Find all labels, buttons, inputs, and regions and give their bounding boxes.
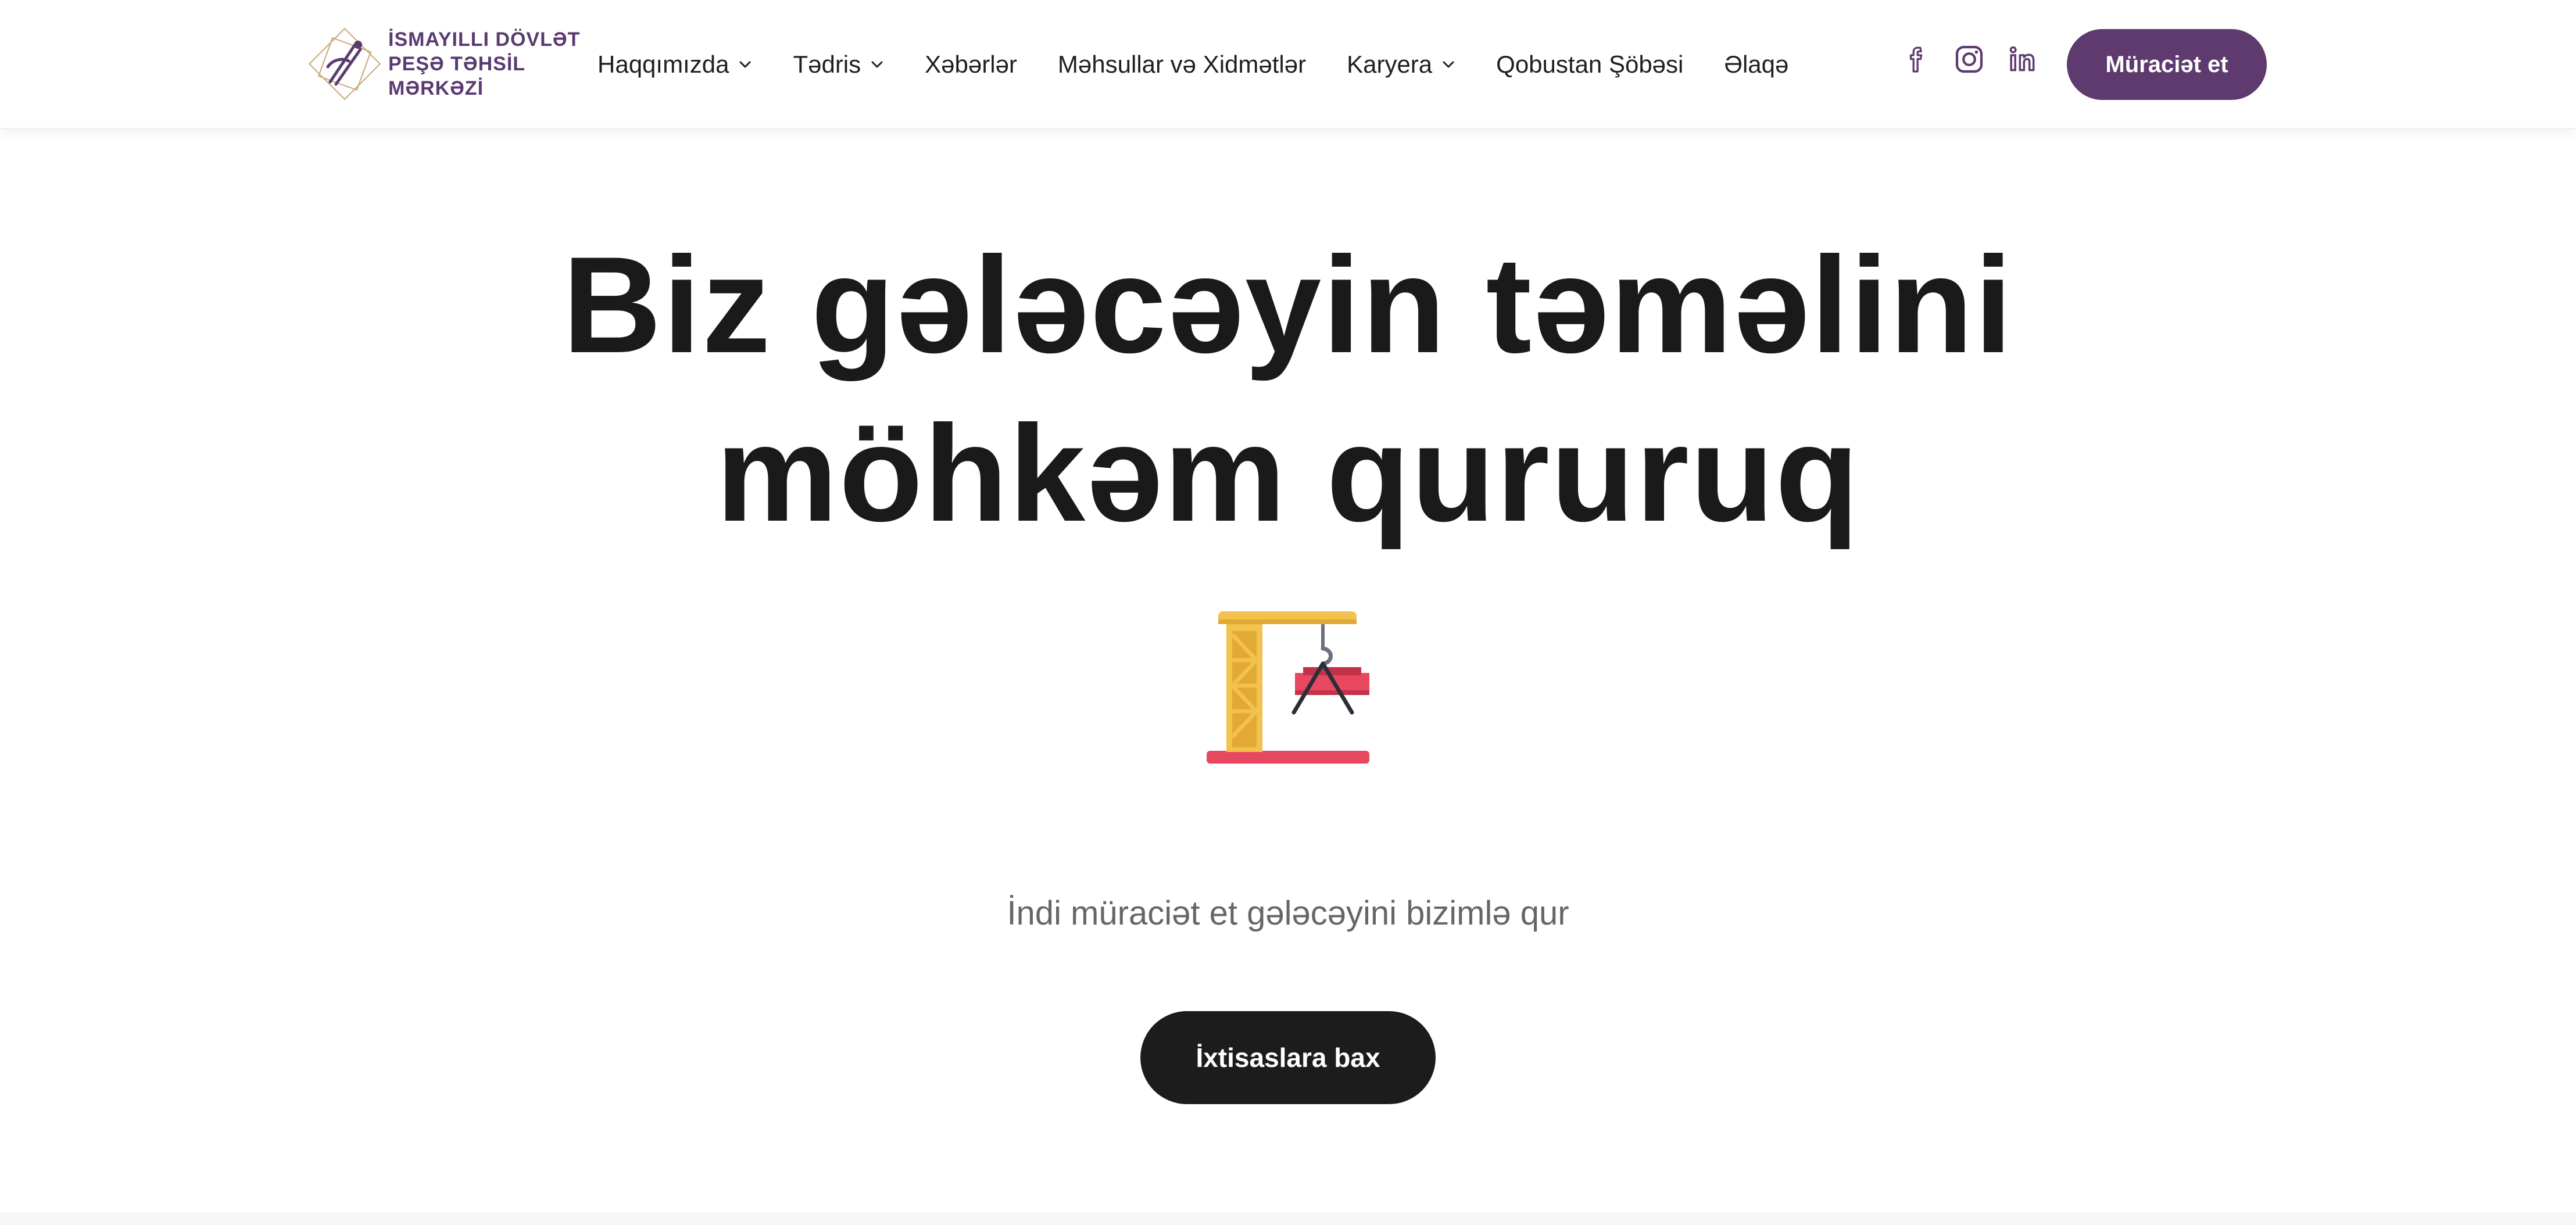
nav-item-karyera[interactable]: Karyera — [1347, 51, 1455, 78]
nav-item-elaqe[interactable]: Əlaqə — [1724, 51, 1788, 78]
section-divider — [0, 1212, 2576, 1225]
nav-item-label: Əlaqə — [1724, 51, 1789, 78]
linkedin-icon[interactable] — [2006, 43, 2039, 76]
site-logo[interactable]: İSMAYILLI DÖVLƏT PEŞƏ TƏHSİL MƏRKƏZİ — [307, 23, 579, 105]
chevron-down-icon — [1443, 61, 1454, 68]
logo-line-1: İSMAYILLI DÖVLƏT — [388, 28, 581, 51]
logo-line-2: PEŞƏ TƏHSİL — [388, 53, 526, 75]
nav-item-label: Haqqımızda — [598, 51, 729, 78]
chevron-down-icon — [871, 61, 883, 68]
nav-item-qobustan[interactable]: Qobustan Şöbəsi — [1496, 51, 1683, 78]
nav-item-tedris[interactable]: Tədris — [793, 51, 884, 78]
hero-title-line-1: Biz gələcəyin təməlini — [562, 228, 2014, 382]
logo-line-3: MƏRKƏZİ — [388, 77, 484, 99]
nav-item-label: Tədris — [793, 51, 861, 78]
main-nav: Haqqımızda Tədris Xəbərlər Məhsullar və … — [598, 0, 1829, 129]
apply-button[interactable]: Müraciət et — [2067, 29, 2267, 100]
construction-crane-icon — [1207, 611, 1369, 764]
chevron-down-icon — [739, 61, 751, 68]
logo-emblem-icon — [308, 27, 381, 101]
site-header: İSMAYILLI DÖVLƏT PEŞƏ TƏHSİL MƏRKƏZİ Haq… — [0, 0, 2576, 129]
nav-item-xeberler[interactable]: Xəbərlər — [925, 51, 1017, 78]
nav-item-mehsullar[interactable]: Məhsullar və Xidmətlər — [1058, 51, 1306, 78]
nav-item-label: Qobustan Şöbəsi — [1496, 51, 1684, 78]
hero-title-line-2: möhkəm qururuq — [715, 397, 1861, 550]
nav-item-label: Karyera — [1347, 51, 1433, 78]
view-specialties-button[interactable]: İxtisaslara bax — [1140, 1011, 1436, 1104]
nav-item-label: Xəbərlər — [925, 51, 1017, 78]
nav-item-haqqimizda[interactable]: Haqqımızda — [598, 51, 752, 78]
instagram-icon[interactable] — [1953, 43, 1985, 76]
logo-text: İSMAYILLI DÖVLƏT PEŞƏ TƏHSİL MƏRKƏZİ — [388, 27, 580, 101]
hero-subtitle: İndi müraciət et gələcəyini bizimlə qur — [1007, 894, 1569, 932]
nav-item-label: Məhsullar və Xidmətlər — [1057, 51, 1307, 78]
facebook-icon[interactable] — [1901, 43, 1933, 76]
hero-title: Biz gələcəyin təməlini möhkəm qururuq — [0, 221, 2576, 558]
